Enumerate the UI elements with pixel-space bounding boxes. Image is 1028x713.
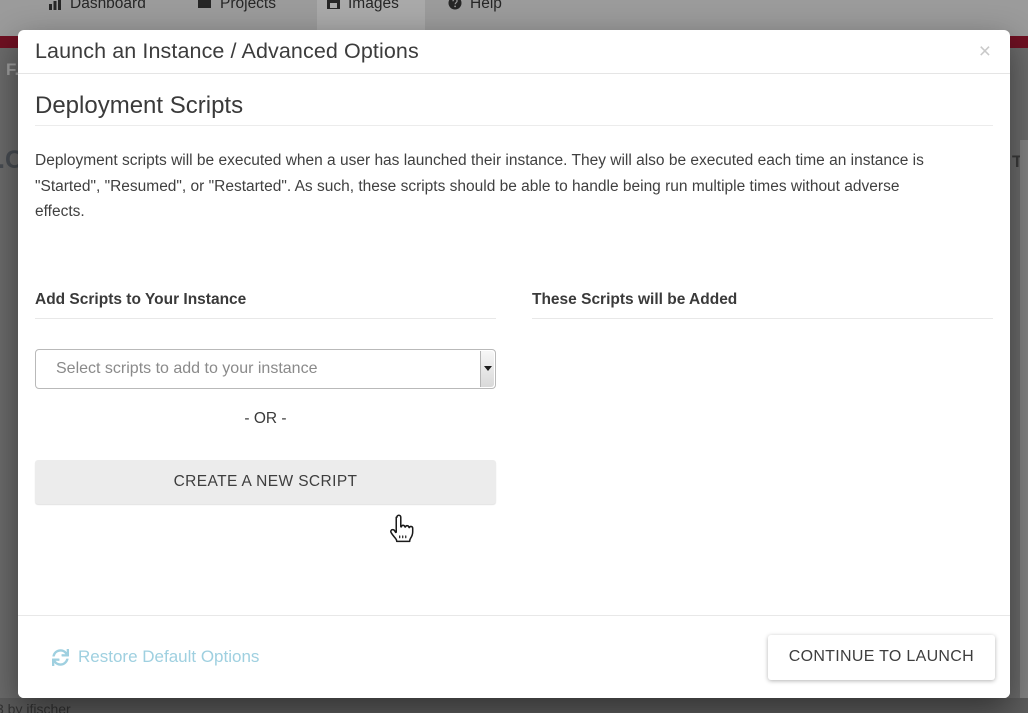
restore-link-label: Restore Default Options: [78, 647, 259, 667]
save-icon: [327, 0, 340, 13]
or-separator: - OR -: [35, 409, 496, 429]
modal-footer: Restore Default Options CONTINUE TO LAUN…: [18, 615, 1010, 698]
scripts-select-placeholder: Select scripts to add to your instance: [56, 360, 317, 378]
backdrop-text-fragment: 3 by jfischer: [0, 701, 71, 713]
background-scrollbar: [1020, 140, 1028, 700]
help-circle-icon: [448, 0, 462, 14]
scripts-columns: Add Scripts to Your Instance Select scri…: [35, 291, 993, 504]
add-scripts-column: Add Scripts to Your Instance Select scri…: [35, 291, 496, 504]
nav-item-images[interactable]: Images: [327, 0, 399, 12]
section-description: Deployment scripts will be executed when…: [35, 148, 953, 225]
backdrop-bottom-strip: [0, 698, 1028, 713]
hand-pointer-cursor-icon: [388, 514, 414, 546]
added-scripts-column: These Scripts will be Added: [532, 291, 993, 504]
bar-chart-icon: [48, 0, 62, 14]
close-icon[interactable]: ×: [977, 41, 993, 62]
nav-item-label: Images: [348, 0, 399, 12]
chevron-down-icon[interactable]: [480, 351, 494, 387]
added-scripts-header: These Scripts will be Added: [532, 291, 993, 319]
nav-item-label: Dashboard: [70, 0, 146, 12]
nav-item-label: Projects: [220, 0, 276, 12]
restore-default-options-link[interactable]: Restore Default Options: [52, 647, 259, 667]
nav-item-help[interactable]: Help: [448, 0, 502, 13]
scripts-select[interactable]: Select scripts to add to your instance: [35, 349, 496, 389]
add-scripts-header: Add Scripts to Your Instance: [35, 291, 496, 319]
section-heading: Deployment Scripts: [35, 92, 993, 126]
launch-advanced-options-modal: Launch an Instance / Advanced Options × …: [18, 30, 1010, 698]
folder-icon: [197, 0, 212, 13]
modal-body: Deployment Scripts Deployment scripts wi…: [18, 92, 1010, 504]
modal-header: Launch an Instance / Advanced Options ×: [18, 30, 1010, 74]
refresh-icon: [52, 649, 69, 666]
nav-item-dashboard[interactable]: Dashboard: [48, 0, 146, 13]
create-new-script-button[interactable]: CREATE A NEW SCRIPT: [35, 460, 496, 504]
nav-item-projects[interactable]: Projects: [197, 0, 276, 12]
modal-title: Launch an Instance / Advanced Options: [35, 39, 419, 64]
nav-item-label: Help: [470, 0, 502, 12]
continue-to-launch-button[interactable]: CONTINUE TO LAUNCH: [768, 635, 995, 680]
